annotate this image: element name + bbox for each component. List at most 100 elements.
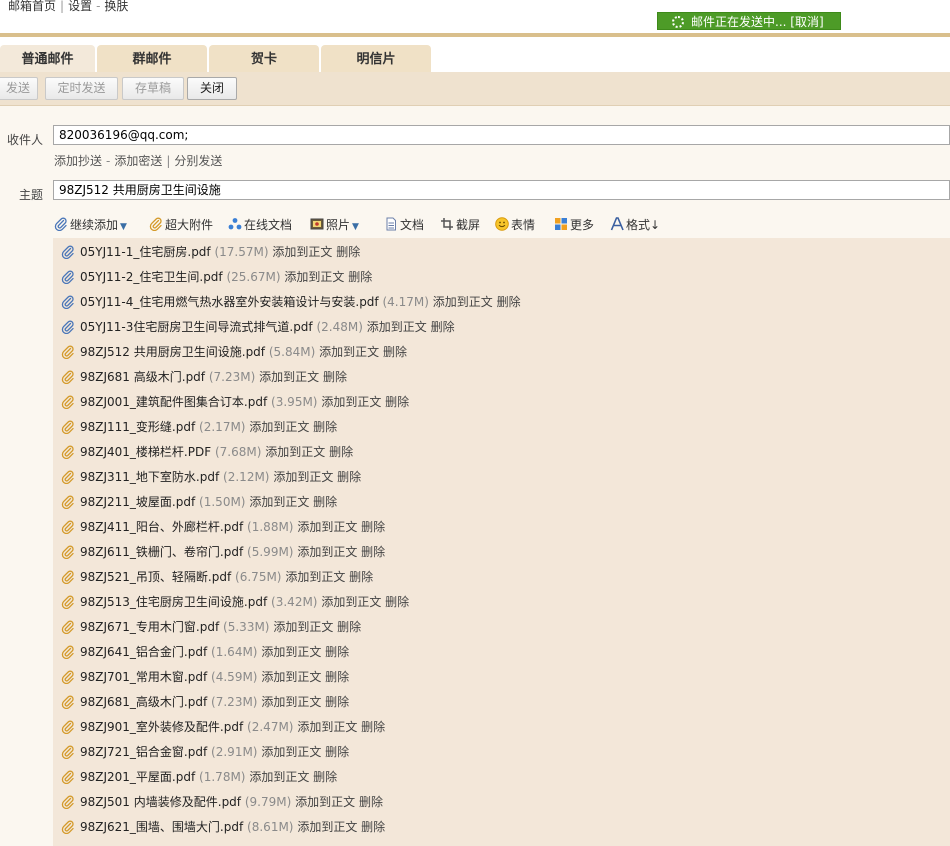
document-icon [386, 217, 396, 231]
add-to-body-link[interactable]: 添加到正文 [273, 470, 333, 484]
attachment-filename: 98ZJ701_常用木窗.pdf [80, 670, 208, 684]
tab-greeting-card[interactable]: 贺卡 [209, 45, 319, 72]
nav-separator: - [96, 0, 101, 13]
delete-attachment-link[interactable]: 删除 [313, 770, 337, 784]
settings-link[interactable]: 设置 [68, 0, 92, 13]
add-to-body-link[interactable]: 添加到正文 [261, 670, 321, 684]
delete-attachment-link[interactable]: 删除 [359, 795, 383, 809]
delete-attachment-link[interactable]: 删除 [323, 370, 347, 384]
add-to-body-link[interactable]: 添加到正文 [261, 695, 321, 709]
delete-attachment-link[interactable]: 删除 [325, 670, 349, 684]
recipient-options: 添加抄送 - 添加密送 | 分别发送 [54, 152, 222, 169]
add-to-body-link[interactable]: 添加到正文 [273, 620, 333, 634]
delete-attachment-link[interactable]: 删除 [325, 645, 349, 659]
emoji-button[interactable]: 表情 [495, 216, 535, 234]
add-to-body-link[interactable]: 添加到正文 [321, 395, 381, 409]
document-label: 文档 [400, 218, 425, 232]
delete-attachment-link[interactable]: 删除 [329, 445, 353, 459]
delete-attachment-link[interactable]: 删除 [336, 245, 360, 259]
change-skin-link[interactable]: 换肤 [104, 0, 128, 13]
delete-attachment-link[interactable]: 删除 [385, 395, 409, 409]
delete-attachment-link[interactable]: 删除 [361, 545, 385, 559]
attachment-size: (7.68M) [214, 445, 262, 459]
attachment-filename: 05YJ11-4_住宅用燃气热水器室外安装箱设计与安装.pdf [80, 295, 379, 309]
screenshot-button[interactable]: 截屏 [440, 216, 480, 234]
delete-attachment-link[interactable]: 删除 [313, 495, 337, 509]
add-to-body-link[interactable]: 添加到正文 [319, 345, 379, 359]
more-button[interactable]: 更多 [554, 216, 594, 234]
add-to-body-link[interactable]: 添加到正文 [249, 495, 309, 509]
add-to-body-link[interactable]: 添加到正文 [265, 445, 325, 459]
delete-attachment-link[interactable]: 删除 [431, 320, 455, 334]
recipient-input[interactable]: 820036196@qq.com; [53, 125, 950, 145]
add-to-body-link[interactable]: 添加到正文 [261, 745, 321, 759]
paperclip-icon [61, 795, 74, 809]
paperclip-icon [61, 420, 74, 434]
delete-attachment-link[interactable]: 删除 [313, 420, 337, 434]
delete-attachment-link[interactable]: 删除 [361, 820, 385, 834]
add-to-body-link[interactable]: 添加到正文 [297, 545, 357, 559]
attachment-filename: 98ZJ201_平屋面.pdf [80, 770, 196, 784]
add-to-body-link[interactable]: 添加到正文 [367, 320, 427, 334]
chevron-down-icon[interactable]: ▼ [118, 222, 127, 232]
add-to-body-link[interactable]: 添加到正文 [297, 820, 357, 834]
delete-attachment-link[interactable]: 删除 [385, 595, 409, 609]
paperclip-icon [61, 470, 74, 484]
delete-attachment-link[interactable]: 删除 [337, 620, 361, 634]
mailbox-home-link[interactable]: 邮箱首页 [8, 0, 56, 13]
attachment-size: (9.79M) [244, 795, 292, 809]
add-to-body-link[interactable]: 添加到正文 [272, 245, 332, 259]
add-to-body-link[interactable]: 添加到正文 [285, 570, 345, 584]
delete-attachment-link[interactable]: 删除 [348, 270, 372, 284]
tab-normal-mail[interactable]: 普通邮件 [0, 45, 95, 72]
delete-attachment-link[interactable]: 删除 [325, 695, 349, 709]
delete-attachment-link[interactable]: 删除 [361, 720, 385, 734]
delete-attachment-link[interactable]: 删除 [325, 745, 349, 759]
separate-send-link[interactable]: 分别发送 [174, 154, 222, 168]
add-to-body-link[interactable]: 添加到正文 [433, 295, 493, 309]
delete-attachment-link[interactable]: 删除 [383, 345, 407, 359]
attachment-size: (5.99M) [247, 545, 294, 559]
attachment-size: (2.12M) [223, 470, 270, 484]
delete-attachment-link[interactable]: 删除 [337, 470, 361, 484]
format-button[interactable]: 格式↓ [610, 216, 660, 234]
paperclip-icon [61, 345, 74, 359]
send-button[interactable]: 发送 [0, 77, 38, 100]
delete-attachment-link[interactable]: 删除 [349, 570, 373, 584]
add-to-body-link[interactable]: 添加到正文 [297, 520, 357, 534]
add-to-body-link[interactable]: 添加到正文 [249, 770, 309, 784]
subject-input[interactable]: 98ZJ512 共用厨房卫生间设施 [53, 180, 950, 200]
add-to-body-link[interactable]: 添加到正文 [259, 370, 319, 384]
continue-add-attachment-button[interactable]: 继续添加 ▼ [54, 216, 127, 234]
attachment-filename: 05YJ11-2_住宅卫生间.pdf [80, 270, 223, 284]
add-to-body-link[interactable]: 添加到正文 [321, 595, 381, 609]
save-draft-button[interactable]: 存草稿 [122, 77, 184, 100]
add-bcc-link[interactable]: 添加密送 [114, 154, 162, 168]
delete-attachment-link[interactable]: 删除 [497, 295, 521, 309]
add-cc-link[interactable]: 添加抄送 [54, 154, 102, 168]
add-to-body-link[interactable]: 添加到正文 [297, 720, 357, 734]
photo-label: 照片 [326, 218, 351, 232]
add-to-body-link[interactable]: 添加到正文 [295, 795, 355, 809]
attachment-size: (2.17M) [199, 420, 246, 434]
add-to-body-link[interactable]: 添加到正文 [261, 645, 321, 659]
online-document-button[interactable]: 在线文档 [228, 216, 292, 234]
add-to-body-link[interactable]: 添加到正文 [284, 270, 344, 284]
compose-toolbar: 发送 定时发送 存草稿 关闭 [0, 72, 950, 106]
photo-button[interactable]: 照片 ▼ [310, 216, 359, 234]
attachment-size: (7.23M) [211, 695, 258, 709]
attachment-filename: 98ZJ401_楼梯栏杆.PDF [80, 445, 212, 459]
cancel-send-link[interactable]: [取消] [790, 15, 823, 29]
chevron-down-icon[interactable]: ▼ [350, 222, 359, 232]
tab-postcard[interactable]: 明信片 [321, 45, 431, 72]
document-button[interactable]: 文档 [384, 216, 424, 234]
delete-attachment-link[interactable]: 删除 [361, 520, 385, 534]
close-button[interactable]: 关闭 [187, 77, 237, 100]
format-label: 格式↓ [626, 218, 661, 232]
attachment-filename: 05YJ11-1_住宅厨房.pdf [80, 245, 211, 259]
scheduled-send-button[interactable]: 定时发送 [45, 77, 118, 100]
add-to-body-link[interactable]: 添加到正文 [249, 420, 309, 434]
large-attachment-button[interactable]: 超大附件 [149, 216, 213, 234]
paperclip-icon [61, 545, 74, 559]
tab-group-mail[interactable]: 群邮件 [97, 45, 207, 72]
